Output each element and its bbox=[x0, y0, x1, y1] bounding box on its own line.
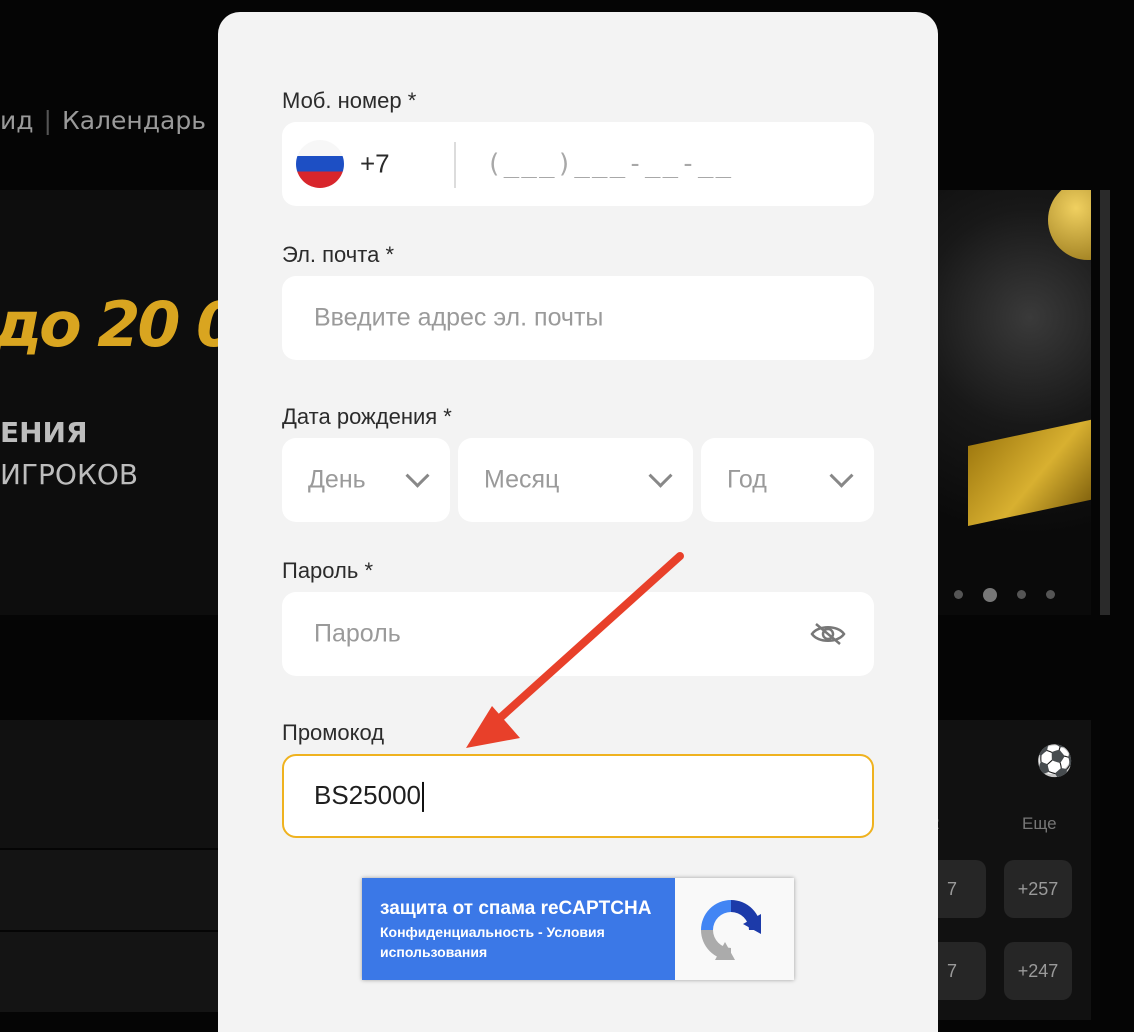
nav-item-guide[interactable]: ид bbox=[0, 106, 34, 135]
birth-year-select[interactable]: Год bbox=[701, 438, 874, 522]
carousel-dot[interactable] bbox=[954, 590, 963, 599]
text-caret bbox=[421, 782, 424, 813]
football-icon[interactable]: ⚽ bbox=[1036, 744, 1073, 779]
carousel-dot-active[interactable] bbox=[983, 587, 997, 602]
carousel-dot[interactable] bbox=[1017, 590, 1026, 599]
recaptcha-privacy-terms-link[interactable]: Конфиденциальность - Условия bbox=[380, 924, 605, 940]
birth-month-placeholder: Месяц bbox=[484, 465, 560, 494]
chevron-down-icon bbox=[405, 463, 430, 488]
birth-day-placeholder: День bbox=[308, 465, 366, 494]
country-code[interactable]: +7 bbox=[360, 149, 390, 180]
birth-day-select[interactable]: День bbox=[282, 438, 450, 522]
promo-banner-right[interactable] bbox=[938, 190, 1091, 615]
russia-flag-icon[interactable] bbox=[296, 140, 344, 188]
banner-headline: до 20 00 bbox=[0, 288, 218, 361]
match-row-left[interactable] bbox=[0, 850, 218, 930]
email-field[interactable]: Введите адрес эл. почты bbox=[282, 276, 874, 360]
registration-modal: Моб. номер * +7 (___)___-__-__ Эл. почта… bbox=[218, 12, 938, 1032]
email-placeholder: Введите адрес эл. почты bbox=[314, 303, 604, 332]
banner-subline-2: ИГРОКОВ bbox=[0, 458, 139, 491]
phone-field[interactable]: +7 (___)___-__-__ bbox=[282, 122, 874, 206]
match-row-left[interactable] bbox=[0, 932, 218, 1012]
recaptcha-terms-link[interactable]: использования bbox=[380, 944, 487, 960]
banner-scrollbar[interactable] bbox=[1100, 190, 1110, 615]
chevron-down-icon bbox=[829, 463, 854, 488]
birth-date-label: Дата рождения * bbox=[282, 404, 452, 429]
password-field[interactable]: Пароль bbox=[282, 592, 874, 676]
birth-year-placeholder: Год bbox=[727, 465, 767, 494]
recaptcha-logo-icon bbox=[701, 900, 761, 960]
phone-divider bbox=[454, 142, 456, 188]
promo-code-input[interactable]: BS25000 bbox=[282, 754, 874, 838]
eye-slash-icon[interactable] bbox=[810, 622, 846, 646]
carousel-dot[interactable] bbox=[1046, 590, 1055, 599]
recaptcha-badge[interactable]: защита от спама reCAPTCHA Конфиденциальн… bbox=[362, 878, 794, 980]
banner-ball-image bbox=[1048, 190, 1091, 260]
more-odds-button[interactable]: +247 bbox=[1004, 942, 1072, 1000]
carousel-dots bbox=[954, 586, 1075, 604]
promo-banner-left[interactable]: до 20 00 ЕНИЯ ИГРОКОВ bbox=[0, 190, 218, 615]
chevron-down-icon bbox=[648, 463, 673, 488]
recaptcha-title: защита от спама reCAPTCHA bbox=[380, 898, 652, 919]
promo-label: Промокод bbox=[282, 720, 385, 745]
birth-month-select[interactable]: Месяц bbox=[458, 438, 693, 522]
recaptcha-text-panel: защита от спама reCAPTCHA Конфиденциальн… bbox=[362, 878, 675, 980]
banner-gift-image bbox=[968, 414, 1091, 526]
nav-item-calendar[interactable]: Календарь bbox=[62, 106, 206, 135]
more-odds-button[interactable]: +257 bbox=[1004, 860, 1072, 918]
background-nav: ид|Календарь| bbox=[0, 106, 234, 135]
promo-code-value: BS25000 bbox=[314, 780, 424, 813]
column-header-more: Еще bbox=[1022, 814, 1057, 833]
nav-separator: | bbox=[43, 106, 52, 135]
password-placeholder: Пароль bbox=[314, 619, 401, 648]
sports-header-left bbox=[0, 720, 218, 848]
email-label: Эл. почта * bbox=[282, 242, 395, 267]
banner-subline-1: ЕНИЯ bbox=[0, 416, 88, 449]
password-label: Пароль * bbox=[282, 558, 374, 583]
phone-label: Моб. номер * bbox=[282, 88, 417, 113]
phone-input[interactable]: (___)___-__-__ bbox=[486, 149, 733, 179]
